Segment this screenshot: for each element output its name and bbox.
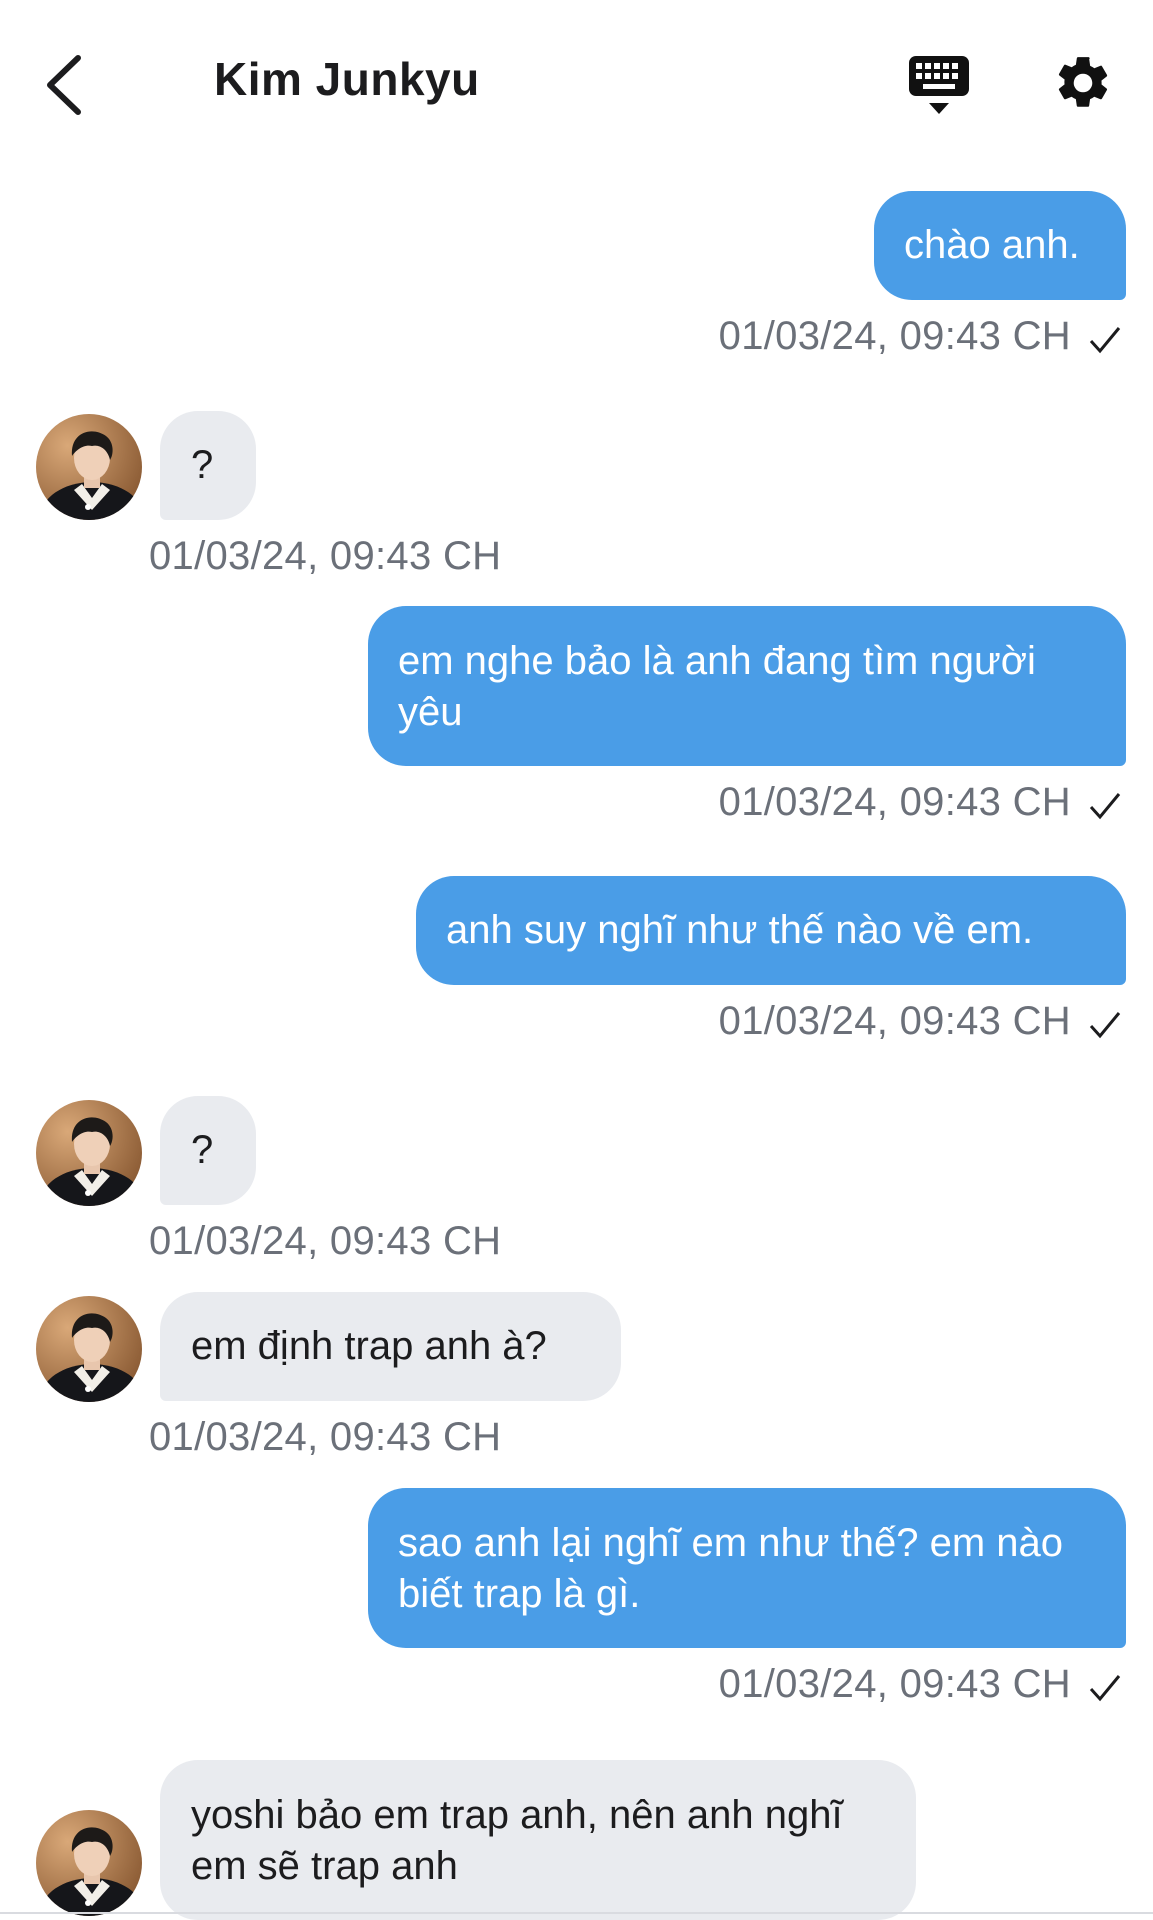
- message-bubble-outgoing[interactable]: chào anh.: [874, 191, 1126, 300]
- chat-header: Kim Junkyu: [0, 0, 1153, 165]
- gear-icon: [1058, 57, 1108, 107]
- message-timestamp: 01/03/24, 09:43 CH: [149, 534, 502, 578]
- contact-avatar[interactable]: [36, 1810, 142, 1916]
- keyboard-icon: [909, 56, 969, 114]
- checkmark-icon: [1089, 1675, 1121, 1702]
- message-bubble-incoming[interactable]: ?: [160, 411, 256, 520]
- message-bubble-incoming[interactable]: ?: [160, 1096, 256, 1205]
- message-bubble-outgoing[interactable]: sao anh lại nghĩ em như thế? em nào biết…: [368, 1488, 1126, 1648]
- chevron-left-icon: [47, 55, 81, 115]
- message-text: chào anh.: [904, 223, 1080, 267]
- settings-button[interactable]: [1052, 52, 1114, 114]
- message-text: em định trap anh à?: [191, 1324, 547, 1368]
- message-text: em nghe bảo là anh đang tìm người yêu: [398, 639, 1036, 734]
- message-timestamp: 01/03/24, 09:43 CH: [718, 314, 1071, 358]
- checkmark-icon: [1089, 793, 1121, 820]
- message-bubble-incoming[interactable]: em định trap anh à?: [160, 1292, 621, 1401]
- contact-avatar[interactable]: [36, 1100, 142, 1206]
- message-bubble-outgoing[interactable]: anh suy nghĩ như thế nào về em.: [416, 876, 1126, 985]
- message-timestamp: 01/03/24, 09:43 CH: [718, 999, 1071, 1043]
- contact-avatar[interactable]: [36, 1296, 142, 1402]
- keyboard-button[interactable]: [906, 52, 972, 118]
- message-timestamp: 01/03/24, 09:43 CH: [149, 1415, 502, 1459]
- checkmark-icon: [1089, 1012, 1121, 1039]
- contact-avatar[interactable]: [36, 414, 142, 520]
- contact-name: Kim Junkyu: [214, 53, 480, 105]
- back-button[interactable]: [40, 50, 90, 120]
- message-bubble-outgoing[interactable]: em nghe bảo là anh đang tìm người yêu: [368, 606, 1126, 766]
- message-timestamp: 01/03/24, 09:43 CH: [718, 780, 1071, 824]
- bottom-divider: [0, 1912, 1153, 1914]
- message-timestamp: 01/03/24, 09:43 CH: [718, 1662, 1071, 1706]
- message-text: sao anh lại nghĩ em như thế? em nào biết…: [398, 1521, 1063, 1616]
- message-text: yoshi bảo em trap anh, nên anh nghĩ em s…: [191, 1793, 843, 1888]
- message-text: ?: [191, 1128, 214, 1172]
- message-timestamp: 01/03/24, 09:43 CH: [149, 1219, 502, 1263]
- checkmark-icon: [1089, 327, 1121, 354]
- message-text: anh suy nghĩ như thế nào về em.: [446, 908, 1034, 952]
- message-text: ?: [191, 443, 214, 487]
- message-bubble-incoming[interactable]: yoshi bảo em trap anh, nên anh nghĩ em s…: [160, 1760, 916, 1920]
